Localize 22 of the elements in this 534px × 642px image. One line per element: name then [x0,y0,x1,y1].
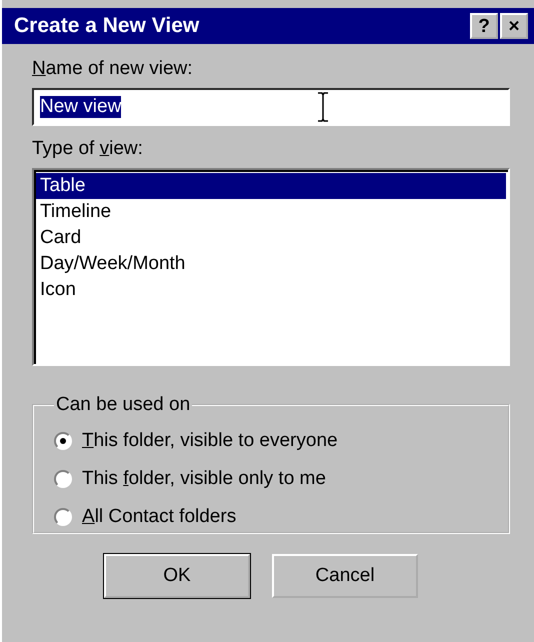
radio-label: This folder, visible only to me [82,468,326,490]
list-item[interactable]: Card [36,225,506,251]
ok-button[interactable]: OK [104,554,250,598]
list-item[interactable]: Icon [36,277,506,303]
radio-label: All Contact folders [82,506,236,528]
radio-button[interactable] [54,508,72,526]
cancel-button[interactable]: Cancel [272,554,418,598]
list-item[interactable]: Day/Week/Month [36,251,506,277]
window-title: Create a New View [14,14,200,38]
help-button[interactable]: ? [470,13,498,39]
field-value: New view [40,96,122,118]
radio-button[interactable] [54,470,72,488]
list-label: Type of view: [32,138,144,160]
radio-button[interactable] [54,432,72,450]
close-button[interactable]: × [500,13,528,39]
list-item[interactable]: Table [36,173,506,199]
text-cursor-icon [316,92,330,122]
radio-label: This folder, visible to everyone [82,430,338,452]
list-item[interactable]: Timeline [36,199,506,225]
input-field[interactable]: New view [32,88,510,126]
group-title: Can be used on [55,394,192,416]
field-label: Name of new view: [32,58,194,80]
